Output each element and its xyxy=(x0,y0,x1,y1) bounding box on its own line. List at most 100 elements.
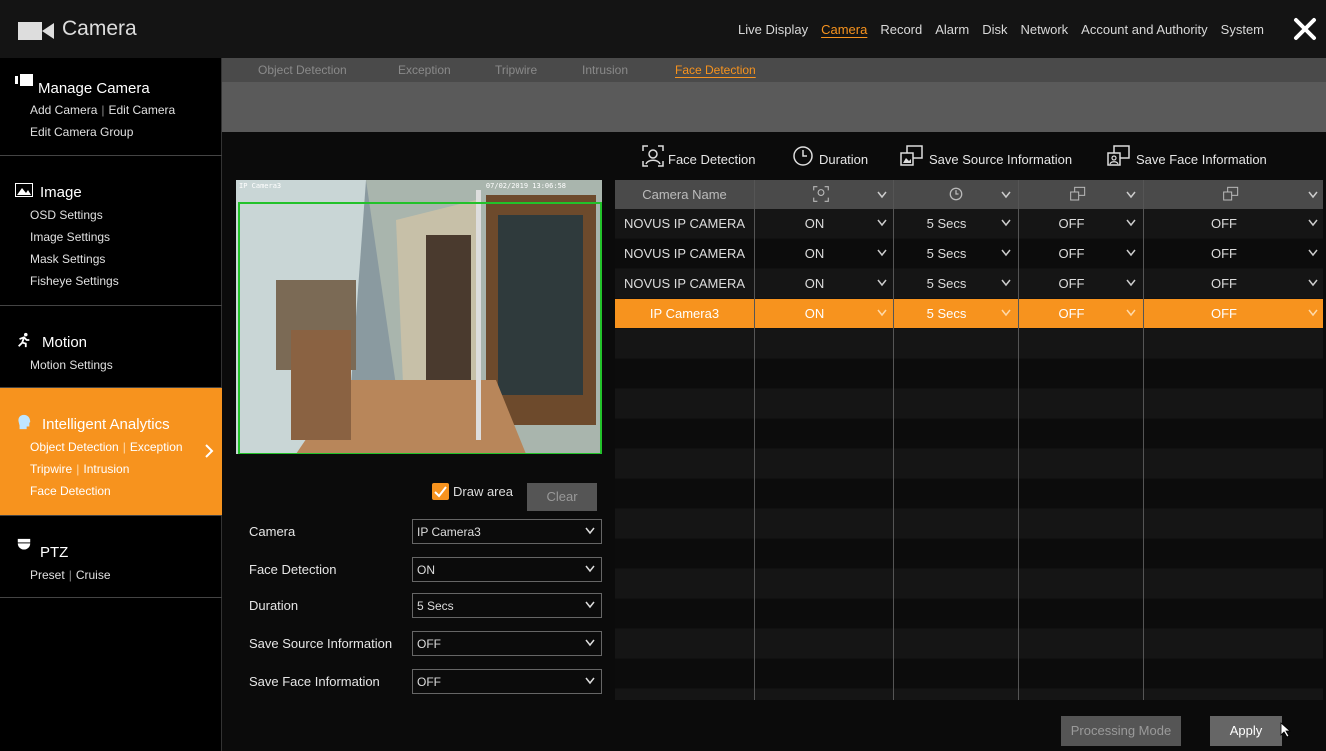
sidebar-item-exception[interactable]: Exception xyxy=(130,440,183,454)
chevron-down-icon[interactable] xyxy=(1126,219,1136,227)
clear-button[interactable]: Clear xyxy=(527,483,597,511)
table-row[interactable]: NOVUS IP CAMERA ON 5 Secs OFF OFF xyxy=(615,269,1323,298)
save-face-select[interactable]: OFF xyxy=(412,669,602,694)
nav-live-display[interactable]: Live Display xyxy=(738,22,808,37)
table-row xyxy=(615,659,1323,688)
sidebar-item-tripwire[interactable]: Tripwire xyxy=(30,462,72,476)
chevron-down-icon[interactable] xyxy=(1001,309,1011,317)
save-face-icon xyxy=(1107,145,1130,166)
sidebar-item-motion-settings[interactable]: Motion Settings xyxy=(30,358,113,372)
table-row xyxy=(615,419,1323,448)
sidebar-item-cruise[interactable]: Cruise xyxy=(76,568,111,582)
sidebar-item-intrusion[interactable]: Intrusion xyxy=(83,462,129,476)
chevron-down-icon xyxy=(585,527,595,535)
cell-source[interactable]: OFF xyxy=(1018,299,1125,328)
chevron-down-icon[interactable] xyxy=(1308,309,1318,317)
sidebar-item-face-detection[interactable]: Face Detection xyxy=(30,484,111,498)
nav-camera[interactable]: Camera xyxy=(821,22,867,37)
chevron-down-icon[interactable] xyxy=(1308,191,1318,199)
cell-source[interactable]: OFF xyxy=(1018,209,1125,238)
cell-duration[interactable]: 5 Secs xyxy=(893,269,1000,298)
nav-record[interactable]: Record xyxy=(880,22,922,37)
processing-mode-button[interactable]: Processing Mode xyxy=(1061,716,1181,746)
cell-source[interactable]: OFF xyxy=(1018,269,1125,298)
nav-alarm[interactable]: Alarm xyxy=(935,22,969,37)
chevron-down-icon[interactable] xyxy=(877,279,887,287)
nav-network[interactable]: Network xyxy=(1020,22,1068,37)
top-nav: Live Display Camera Record Alarm Disk Ne… xyxy=(725,22,1264,37)
tab-face-detection[interactable]: Face Detection xyxy=(675,63,756,77)
cell-face[interactable]: ON xyxy=(754,269,875,298)
chevron-down-icon[interactable] xyxy=(1308,219,1318,227)
apply-button[interactable]: Apply xyxy=(1210,716,1282,746)
face-detection-select[interactable]: ON xyxy=(412,557,602,582)
nav-account-authority[interactable]: Account and Authority xyxy=(1081,22,1207,37)
sidebar-item-add-camera[interactable]: Add Camera xyxy=(30,103,97,117)
sidebar-item-edit-camera-group[interactable]: Edit Camera Group xyxy=(30,125,133,139)
chevron-down-icon xyxy=(585,601,595,609)
cell-duration[interactable]: 5 Secs xyxy=(893,299,1000,328)
face-detection-select-value: ON xyxy=(417,563,435,577)
chevron-down-icon[interactable] xyxy=(1126,309,1136,317)
tab-intrusion[interactable]: Intrusion xyxy=(582,63,628,77)
chevron-down-icon[interactable] xyxy=(877,219,887,227)
sidebar-item-mask-settings[interactable]: Mask Settings xyxy=(30,252,105,266)
sidebar-item-osd-settings[interactable]: OSD Settings xyxy=(30,208,103,222)
sidebar-title-manage-camera: Manage Camera xyxy=(38,80,150,97)
nav-system[interactable]: System xyxy=(1221,22,1264,37)
save-source-select[interactable]: OFF xyxy=(412,631,602,656)
tab-object-detection[interactable]: Object Detection xyxy=(258,63,347,77)
duration-select[interactable]: 5 Secs xyxy=(412,593,602,618)
chevron-down-icon[interactable] xyxy=(1308,249,1318,257)
sidebar-item-edit-camera[interactable]: Edit Camera xyxy=(109,103,176,117)
chevron-down-icon[interactable] xyxy=(877,249,887,257)
chevron-down-icon[interactable] xyxy=(877,309,887,317)
camera-preview[interactable]: IP Camera3 07/02/2019 13:06:58 xyxy=(236,180,602,454)
sidebar-item-image-settings[interactable]: Image Settings xyxy=(30,230,110,244)
close-icon[interactable] xyxy=(1292,16,1318,42)
clock-icon xyxy=(793,146,813,166)
chevron-down-icon[interactable] xyxy=(1126,191,1136,199)
chevron-down-icon[interactable] xyxy=(1126,279,1136,287)
chevron-down-icon[interactable] xyxy=(1126,249,1136,257)
sidebar-item-preset[interactable]: Preset xyxy=(30,568,65,582)
cell-face[interactable]: ON xyxy=(754,239,875,268)
table-row[interactable]: NOVUS IP CAMERA ON 5 Secs OFF OFF xyxy=(615,209,1323,238)
detection-area-rect[interactable] xyxy=(238,202,602,454)
header-camera-name: Camera Name xyxy=(642,187,727,202)
camera-select[interactable]: IP Camera3 xyxy=(412,519,602,544)
chevron-down-icon[interactable] xyxy=(1001,249,1011,257)
cell-duration[interactable]: 5 Secs xyxy=(893,209,1000,238)
chevron-down-icon[interactable] xyxy=(1001,219,1011,227)
checkbox-checked-icon[interactable] xyxy=(432,483,449,500)
cell-duration[interactable]: 5 Secs xyxy=(893,239,1000,268)
save-face-icon xyxy=(1223,186,1239,201)
cell-faceinfo[interactable]: OFF xyxy=(1143,209,1305,238)
cell-faceinfo[interactable]: OFF xyxy=(1143,299,1305,328)
tab-exception[interactable]: Exception xyxy=(398,63,451,77)
cell-face[interactable]: ON xyxy=(754,209,875,238)
tab-tripwire[interactable]: Tripwire xyxy=(495,63,537,77)
preview-timestamp: 07/02/2019 13:06:58 xyxy=(485,182,566,190)
cell-source[interactable]: OFF xyxy=(1018,239,1125,268)
table-row[interactable]: NOVUS IP CAMERA ON 5 Secs OFF OFF xyxy=(615,239,1323,268)
nav-disk[interactable]: Disk xyxy=(982,22,1007,37)
chevron-down-icon[interactable] xyxy=(1001,279,1011,287)
table-row[interactable]: IP Camera3 ON 5 Secs OFF OFF xyxy=(615,299,1323,328)
chevron-down-icon[interactable] xyxy=(877,191,887,199)
cell-faceinfo[interactable]: OFF xyxy=(1143,239,1305,268)
sidebar-title-motion: Motion xyxy=(42,334,88,351)
cell-face[interactable]: ON xyxy=(754,299,875,328)
tab-bar: Object Detection Exception Tripwire Intr… xyxy=(222,58,1326,82)
table-row xyxy=(615,509,1323,538)
mouse-cursor-icon xyxy=(1280,722,1292,738)
chevron-down-icon[interactable] xyxy=(1001,191,1011,199)
sidebar-item-fisheye-settings[interactable]: Fisheye Settings xyxy=(30,274,119,288)
form-row-save-source: Save Source Information OFF xyxy=(249,631,604,657)
sidebar-item-object-detection[interactable]: Object Detection xyxy=(30,440,119,454)
draw-area-checkbox[interactable]: Draw area xyxy=(432,483,513,500)
chevron-down-icon[interactable] xyxy=(1308,279,1318,287)
table-row xyxy=(615,359,1323,388)
cell-faceinfo[interactable]: OFF xyxy=(1143,269,1305,298)
save-source-select-value: OFF xyxy=(417,637,441,651)
